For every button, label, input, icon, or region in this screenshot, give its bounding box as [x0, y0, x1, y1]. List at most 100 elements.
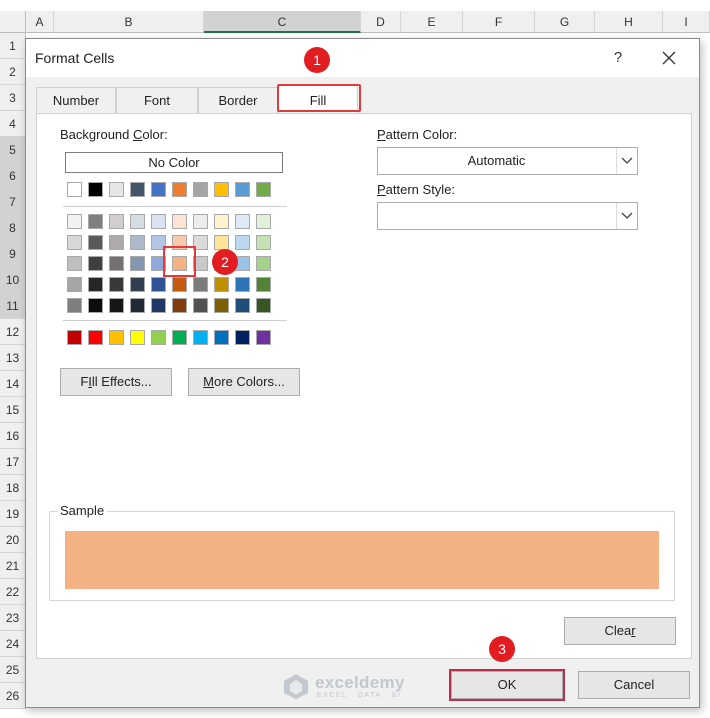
- color-swatch-shade-3-1[interactable]: [88, 277, 103, 292]
- color-swatch-shade-4-8[interactable]: [235, 298, 250, 313]
- pattern-style-select[interactable]: [377, 202, 638, 230]
- chevron-down-icon[interactable]: [616, 148, 637, 174]
- help-button[interactable]: ?: [606, 47, 630, 69]
- row-header-26[interactable]: 26: [0, 683, 26, 709]
- more-colors-button[interactable]: More Colors...: [188, 368, 300, 396]
- row-header-21[interactable]: 21: [0, 553, 26, 579]
- color-swatch-shade-3-3[interactable]: [130, 277, 145, 292]
- row-header-13[interactable]: 13: [0, 345, 26, 371]
- color-swatch-standard-0[interactable]: [67, 330, 82, 345]
- color-swatch-standard-7[interactable]: [214, 330, 229, 345]
- row-header-19[interactable]: 19: [0, 501, 26, 527]
- color-swatch-theme-8[interactable]: [235, 182, 250, 197]
- color-swatch-shade-2-3[interactable]: [130, 256, 145, 271]
- color-swatch-shade-0-4[interactable]: [151, 214, 166, 229]
- color-swatch-theme-3[interactable]: [130, 182, 145, 197]
- color-swatch-standard-9[interactable]: [256, 330, 271, 345]
- column-header-i[interactable]: I: [663, 11, 710, 33]
- row-header-25[interactable]: 25: [0, 657, 26, 683]
- color-swatch-shade-3-9[interactable]: [256, 277, 271, 292]
- row-header-24[interactable]: 24: [0, 631, 26, 657]
- color-swatch-shade-4-1[interactable]: [88, 298, 103, 313]
- color-swatch-shade-0-9[interactable]: [256, 214, 271, 229]
- row-header-8[interactable]: 8: [0, 215, 26, 241]
- row-header-3[interactable]: 3: [0, 85, 26, 111]
- row-header-5[interactable]: 5: [0, 137, 26, 163]
- column-header-b[interactable]: B: [54, 11, 204, 33]
- color-swatch-theme-2[interactable]: [109, 182, 124, 197]
- row-header-1[interactable]: 1: [0, 33, 26, 59]
- color-swatch-shade-3-7[interactable]: [214, 277, 229, 292]
- row-header-4[interactable]: 4: [0, 111, 26, 137]
- color-swatch-shade-4-7[interactable]: [214, 298, 229, 313]
- clear-button[interactable]: Clear: [564, 617, 676, 645]
- row-header-22[interactable]: 22: [0, 579, 26, 605]
- color-swatch-shade-1-7[interactable]: [214, 235, 229, 250]
- color-swatch-standard-8[interactable]: [235, 330, 250, 345]
- close-button[interactable]: [656, 47, 682, 69]
- color-swatch-shade-4-2[interactable]: [109, 298, 124, 313]
- color-swatch-shade-0-2[interactable]: [109, 214, 124, 229]
- row-header-10[interactable]: 10: [0, 267, 26, 293]
- color-swatch-shade-1-3[interactable]: [130, 235, 145, 250]
- color-swatch-standard-3[interactable]: [130, 330, 145, 345]
- color-swatch-shade-3-5[interactable]: [172, 277, 187, 292]
- color-swatch-shade-0-1[interactable]: [88, 214, 103, 229]
- color-swatch-shade-1-2[interactable]: [109, 235, 124, 250]
- color-swatch-shade-1-1[interactable]: [88, 235, 103, 250]
- color-swatch-shade-2-0[interactable]: [67, 256, 82, 271]
- color-swatch-shade-2-2[interactable]: [109, 256, 124, 271]
- row-header-23[interactable]: 23: [0, 605, 26, 631]
- color-swatch-shade-3-8[interactable]: [235, 277, 250, 292]
- color-swatch-standard-5[interactable]: [172, 330, 187, 345]
- color-swatch-shade-4-5[interactable]: [172, 298, 187, 313]
- color-swatch-shade-1-0[interactable]: [67, 235, 82, 250]
- row-header-15[interactable]: 15: [0, 397, 26, 423]
- color-swatch-shade-4-0[interactable]: [67, 298, 82, 313]
- color-swatch-shade-0-3[interactable]: [130, 214, 145, 229]
- column-header-h[interactable]: H: [595, 11, 663, 33]
- column-header-g[interactable]: G: [535, 11, 595, 33]
- tab-font[interactable]: Font: [116, 87, 198, 113]
- color-swatch-standard-1[interactable]: [88, 330, 103, 345]
- color-swatch-standard-6[interactable]: [193, 330, 208, 345]
- color-swatch-shade-0-8[interactable]: [235, 214, 250, 229]
- color-swatch-shade-3-0[interactable]: [67, 277, 82, 292]
- color-swatch-theme-7[interactable]: [214, 182, 229, 197]
- row-header-9[interactable]: 9: [0, 241, 26, 267]
- color-swatch-theme-4[interactable]: [151, 182, 166, 197]
- fill-effects-button[interactable]: FIll Effects...: [60, 368, 172, 396]
- color-swatch-shade-2-1[interactable]: [88, 256, 103, 271]
- color-swatch-shade-3-6[interactable]: [193, 277, 208, 292]
- color-swatch-shade-3-2[interactable]: [109, 277, 124, 292]
- no-color-button[interactable]: No Color: [65, 152, 283, 173]
- color-swatch-shade-1-9[interactable]: [256, 235, 271, 250]
- color-swatch-standard-4[interactable]: [151, 330, 166, 345]
- cancel-button[interactable]: Cancel: [578, 671, 690, 699]
- row-header-14[interactable]: 14: [0, 371, 26, 397]
- color-swatch-standard-2[interactable]: [109, 330, 124, 345]
- pattern-color-select[interactable]: Automatic: [377, 147, 638, 175]
- row-header-6[interactable]: 6: [0, 163, 26, 189]
- color-swatch-shade-2-9[interactable]: [256, 256, 271, 271]
- row-header-2[interactable]: 2: [0, 59, 26, 85]
- color-swatch-shade-0-5[interactable]: [172, 214, 187, 229]
- color-swatch-shade-1-8[interactable]: [235, 235, 250, 250]
- color-swatch-shade-4-4[interactable]: [151, 298, 166, 313]
- color-swatch-theme-9[interactable]: [256, 182, 271, 197]
- row-header-11[interactable]: 11: [0, 293, 26, 319]
- column-header-e[interactable]: E: [401, 11, 463, 33]
- color-swatch-shade-3-4[interactable]: [151, 277, 166, 292]
- color-swatch-theme-1[interactable]: [88, 182, 103, 197]
- color-swatch-shade-4-3[interactable]: [130, 298, 145, 313]
- column-header-f[interactable]: F: [463, 11, 535, 33]
- row-header-18[interactable]: 18: [0, 475, 26, 501]
- color-swatch-shade-4-6[interactable]: [193, 298, 208, 313]
- row-header-12[interactable]: 12: [0, 319, 26, 345]
- column-header-a[interactable]: A: [26, 11, 54, 33]
- column-header-d[interactable]: D: [361, 11, 401, 33]
- ok-button[interactable]: OK: [451, 671, 563, 699]
- color-swatch-shade-0-6[interactable]: [193, 214, 208, 229]
- row-header-17[interactable]: 17: [0, 449, 26, 475]
- column-header-c[interactable]: C: [204, 11, 361, 33]
